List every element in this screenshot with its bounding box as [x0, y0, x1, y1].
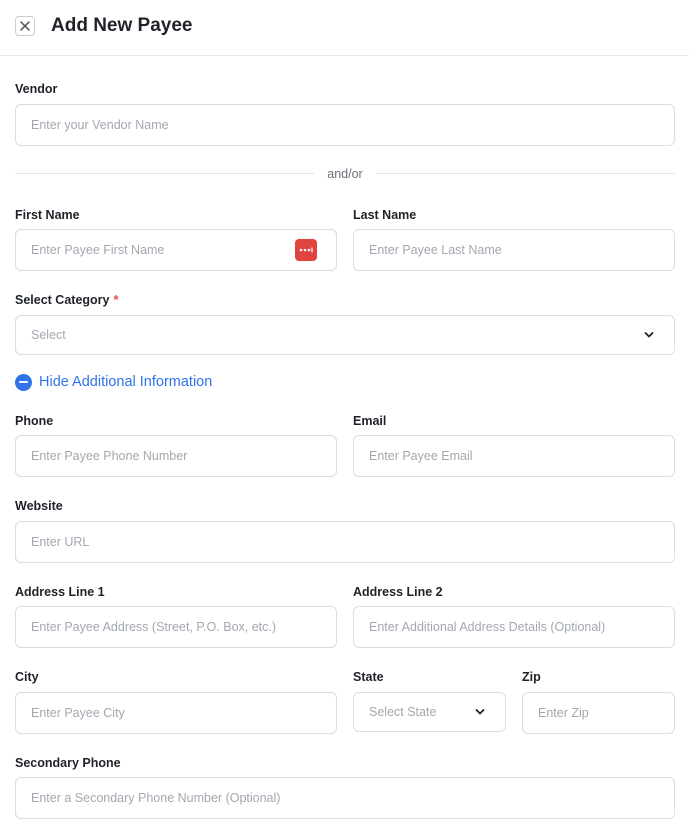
toggle-label: Hide Additional Information — [39, 374, 213, 390]
state-select[interactable]: Select State — [353, 692, 506, 732]
vendor-field — [15, 104, 675, 146]
phone-input[interactable] — [16, 436, 336, 476]
category-label: Select Category * — [15, 292, 118, 308]
address2-input[interactable] — [354, 607, 674, 647]
close-icon — [20, 21, 30, 31]
secondary-phone-label: Secondary Phone — [15, 756, 121, 770]
city-label: City — [15, 670, 39, 684]
address2-field — [353, 606, 675, 648]
address1-input[interactable] — [16, 607, 336, 647]
secondary-phone-field — [15, 777, 675, 819]
page-title: Add New Payee — [51, 15, 193, 36]
vendor-label: Vendor — [15, 82, 58, 96]
divider-text: and/or — [327, 167, 363, 181]
email-input[interactable] — [354, 436, 674, 476]
close-button[interactable] — [15, 16, 35, 36]
secondary-phone-input[interactable] — [16, 778, 674, 818]
phone-label: Phone — [15, 414, 54, 428]
divider-line-right — [376, 173, 675, 174]
category-select[interactable]: Select — [15, 315, 675, 355]
hide-additional-info-toggle[interactable]: Hide Additional Information — [15, 371, 212, 393]
zip-input[interactable] — [523, 693, 674, 733]
minus-circle-icon — [15, 373, 32, 391]
zip-field — [522, 692, 675, 734]
website-field — [15, 521, 675, 563]
required-mark: * — [113, 293, 119, 307]
city-input[interactable] — [16, 693, 336, 733]
last-name-field — [353, 229, 675, 271]
city-field — [15, 692, 337, 734]
address2-label: Address Line 2 — [353, 585, 443, 599]
chevron-down-icon — [644, 332, 654, 338]
vendor-input[interactable] — [16, 105, 674, 145]
address1-label: Address Line 1 — [15, 585, 105, 599]
website-input[interactable] — [16, 522, 674, 562]
divider-line-left — [15, 173, 314, 174]
email-label: Email — [353, 414, 387, 428]
dots-icon — [299, 247, 313, 253]
chevron-down-icon — [475, 709, 485, 715]
last-name-label: Last Name — [353, 208, 417, 222]
email-field — [353, 435, 675, 477]
dialog-header: Add New Payee — [0, 0, 689, 56]
zip-label: Zip — [522, 670, 541, 684]
first-name-label: First Name — [15, 208, 80, 222]
category-label-text: Select Category — [15, 293, 110, 307]
website-label: Website — [15, 499, 63, 513]
state-label: State — [353, 670, 384, 684]
last-name-input[interactable] — [354, 230, 674, 270]
password-manager-icon[interactable] — [295, 239, 317, 261]
phone-field — [15, 435, 337, 477]
state-select-value: Select State — [369, 705, 437, 719]
first-name-field — [15, 229, 337, 271]
address1-field — [15, 606, 337, 648]
first-name-input[interactable] — [16, 230, 336, 270]
category-select-value: Select — [31, 328, 66, 342]
